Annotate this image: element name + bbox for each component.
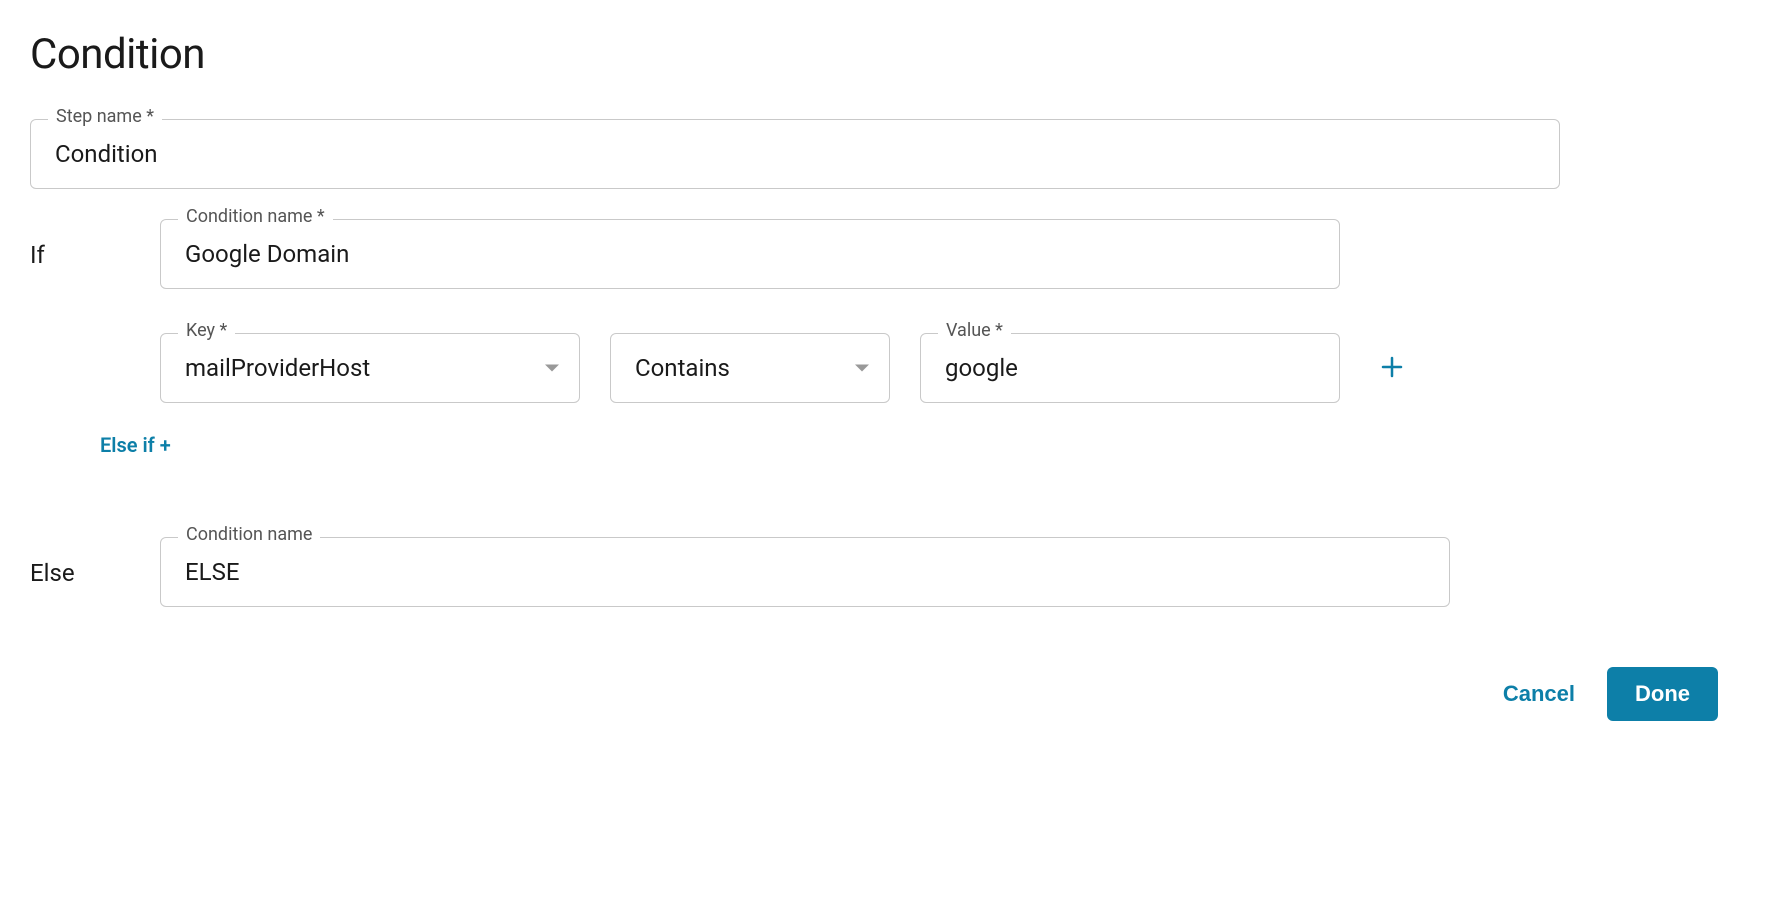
else-condition-field-wrapper: Condition name [160,537,1450,607]
add-condition-button[interactable] [1370,351,1414,385]
footer-actions: Cancel Done [30,667,1738,721]
else-row: Else Condition name [30,537,1738,607]
plus-icon [1380,351,1404,385]
key-label: Key * [178,322,235,340]
condition-rule-row: Key * mailProviderHost Contains Value * [160,333,1414,403]
else-condition-name-label: Condition name [178,526,320,544]
key-field-wrapper: Key * mailProviderHost [160,333,580,403]
else-condition-name-input[interactable] [160,537,1450,607]
page-title: Condition [30,30,1738,79]
else-if-link[interactable]: Else if + [100,433,171,457]
condition-name-field-wrapper: Condition name * [160,219,1340,289]
key-select[interactable]: mailProviderHost [160,333,580,403]
condition-name-label: Condition name * [178,208,333,226]
operator-field-wrapper: Contains [610,333,890,403]
value-field-wrapper: Value * [920,333,1340,403]
step-name-label: Step name * [48,108,162,126]
step-name-field-wrapper: Step name * [30,119,1560,189]
value-label: Value * [938,322,1011,340]
cancel-button[interactable]: Cancel [1499,669,1579,719]
condition-name-input[interactable] [160,219,1340,289]
if-label: If [30,219,130,269]
step-name-input[interactable] [30,119,1560,189]
else-label: Else [30,537,130,587]
value-input[interactable] [920,333,1340,403]
operator-select[interactable]: Contains [610,333,890,403]
if-content: Condition name * Key * mailProviderHost … [160,219,1414,403]
if-row: If Condition name * Key * mailProviderHo… [30,219,1738,403]
done-button[interactable]: Done [1607,667,1718,721]
